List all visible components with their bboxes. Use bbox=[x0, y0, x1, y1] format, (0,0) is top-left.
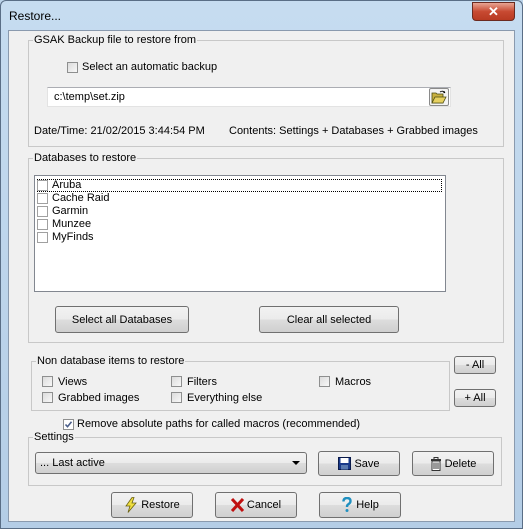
databases-list[interactable]: Aruba Cache Raid Garmin Munzee MyFinds bbox=[34, 175, 446, 292]
macros-checkbox[interactable] bbox=[319, 376, 330, 387]
database-item-munzee[interactable]: Munzee bbox=[37, 218, 442, 231]
remove-absolute-paths-label: Remove absolute paths for called macros … bbox=[77, 418, 361, 430]
backup-file-path-input[interactable]: c:\temp\set.zip bbox=[47, 87, 451, 107]
everything-else-label: Everything else bbox=[187, 392, 263, 404]
non-database-group-label: Non database items to restore bbox=[36, 354, 186, 368]
clear-all-selected-button[interactable]: Clear all selected bbox=[259, 306, 399, 333]
help-label: Help bbox=[356, 499, 379, 511]
browse-folder-button[interactable] bbox=[429, 88, 449, 106]
question-mark-icon bbox=[342, 497, 352, 512]
save-settings-button[interactable]: Save bbox=[318, 451, 400, 476]
database-checkbox[interactable] bbox=[37, 193, 48, 204]
close-icon: ✕ bbox=[488, 4, 499, 19]
settings-selected-value: ... Last active bbox=[40, 457, 105, 469]
settings-group-label: Settings bbox=[33, 430, 75, 444]
close-button[interactable]: ✕ bbox=[472, 2, 515, 21]
lightning-icon bbox=[125, 497, 138, 513]
restore-label: Restore bbox=[141, 499, 180, 511]
everything-else-checkbox[interactable] bbox=[171, 392, 182, 403]
checkmark-icon bbox=[64, 421, 73, 428]
open-folder-icon bbox=[431, 90, 447, 104]
settings-dropdown[interactable]: ... Last active bbox=[35, 452, 307, 474]
database-label: MyFinds bbox=[52, 231, 94, 243]
non-database-items-group: Non database items to restore Views Filt… bbox=[31, 354, 450, 411]
database-item-garmin[interactable]: Garmin bbox=[37, 205, 442, 218]
backup-contents-text: Contents: Settings + Databases + Grabbed… bbox=[229, 125, 478, 137]
delete-label: Delete bbox=[444, 457, 477, 470]
title-bar[interactable]: Restore... ✕ bbox=[1, 1, 522, 29]
window-title: Restore... bbox=[9, 9, 62, 23]
grabbed-images-checkbox[interactable] bbox=[42, 392, 53, 403]
settings-group: Settings ... Last active Save Delete bbox=[28, 430, 502, 486]
database-checkbox[interactable] bbox=[37, 206, 48, 217]
backup-datetime-text: Date/Time: 21/02/2015 3:44:54 PM bbox=[34, 125, 205, 137]
database-checkbox[interactable] bbox=[37, 232, 48, 243]
delete-settings-button[interactable]: Delete bbox=[412, 451, 494, 476]
filters-checkbox[interactable] bbox=[171, 376, 182, 387]
grabbed-images-label: Grabbed images bbox=[58, 392, 140, 404]
databases-group-label: Databases to restore bbox=[33, 151, 138, 165]
database-label: Munzee bbox=[52, 218, 92, 230]
dialog-body: GSAK Backup file to restore from Select … bbox=[8, 30, 515, 522]
chevron-down-icon bbox=[292, 461, 300, 465]
database-checkbox[interactable] bbox=[37, 180, 48, 191]
cancel-button[interactable]: Cancel bbox=[215, 492, 297, 518]
auto-backup-label: Select an automatic backup bbox=[82, 61, 218, 73]
backup-file-group-label: GSAK Backup file to restore from bbox=[33, 33, 198, 47]
backup-file-group: GSAK Backup file to restore from Select … bbox=[28, 33, 504, 147]
plus-all-button[interactable]: + All bbox=[454, 389, 496, 407]
remove-absolute-paths-checkbox[interactable] bbox=[63, 419, 74, 430]
views-label: Views bbox=[58, 376, 88, 388]
database-label: Garmin bbox=[52, 205, 89, 217]
restore-button[interactable]: Restore bbox=[111, 492, 193, 518]
database-checkbox[interactable] bbox=[37, 219, 48, 230]
select-all-databases-button[interactable]: Select all Databases bbox=[55, 306, 189, 333]
database-item-cache-raid[interactable]: Cache Raid bbox=[37, 192, 442, 205]
trash-icon bbox=[430, 456, 441, 471]
views-checkbox[interactable] bbox=[42, 376, 53, 387]
auto-backup-checkbox[interactable] bbox=[67, 62, 78, 73]
cancel-label: Cancel bbox=[246, 499, 282, 511]
floppy-disk-icon bbox=[338, 457, 352, 470]
macros-label: Macros bbox=[335, 376, 372, 388]
minus-all-button[interactable]: - All bbox=[454, 356, 496, 374]
help-button[interactable]: Help bbox=[319, 492, 401, 518]
restore-dialog: Restore... ✕ GSAK Backup file to restore… bbox=[0, 0, 523, 529]
database-label: Aruba bbox=[52, 179, 82, 191]
database-item-aruba[interactable]: Aruba bbox=[37, 179, 442, 192]
databases-group: Databases to restore Aruba Cache Raid Ga… bbox=[28, 151, 504, 343]
database-item-myfinds[interactable]: MyFinds bbox=[37, 231, 442, 244]
save-label: Save bbox=[354, 457, 380, 470]
red-x-icon bbox=[230, 498, 244, 512]
filters-label: Filters bbox=[187, 376, 217, 388]
database-label: Cache Raid bbox=[52, 192, 110, 204]
